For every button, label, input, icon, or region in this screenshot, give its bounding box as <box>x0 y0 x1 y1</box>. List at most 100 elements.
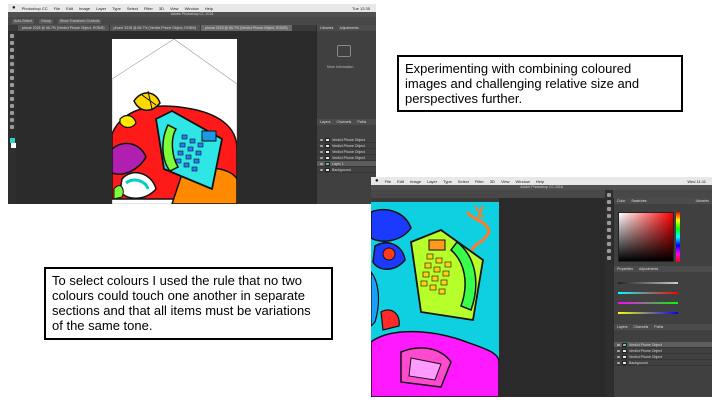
tab-channels[interactable]: Channels <box>634 324 649 330</box>
layer-thumbnail <box>622 348 627 353</box>
layer-name: Layer 1 <box>332 161 344 166</box>
layer-thumbnail <box>622 360 627 365</box>
crop-tool-icon[interactable] <box>10 62 14 66</box>
tab-paths[interactable]: Paths <box>654 324 663 330</box>
auto-select-checkbox[interactable]: Auto-Select <box>12 18 35 24</box>
menu-select[interactable]: Select <box>458 179 469 184</box>
tab-layers[interactable]: Layers <box>617 324 628 330</box>
type-tool-icon[interactable] <box>607 242 611 246</box>
menu-edit[interactable]: Edit <box>397 179 404 184</box>
zoom-tool-icon[interactable] <box>607 256 611 260</box>
layer-name: Verdict Phone Object <box>629 348 662 353</box>
menu-edit[interactable]: Edit <box>66 6 73 11</box>
marquee-tool-icon[interactable] <box>607 200 611 204</box>
visibility-eye-icon[interactable] <box>617 355 620 358</box>
group-dropdown[interactable]: Group <box>39 18 53 24</box>
menu-window[interactable]: Window <box>185 6 199 11</box>
menu-image[interactable]: Image <box>410 179 421 184</box>
right-panels: Libraries Adjustments More Information L… <box>316 25 376 204</box>
phone-artwork-canvas[interactable] <box>371 202 500 397</box>
type-tool-icon[interactable] <box>10 111 14 115</box>
move-tool-icon[interactable] <box>10 34 14 38</box>
layer-name: Background <box>332 167 351 172</box>
menu-type[interactable]: Type <box>443 179 452 184</box>
menubar-clock: Tue 12:35 <box>352 5 370 11</box>
menu-help[interactable]: Help <box>536 179 544 184</box>
phone-artwork-image <box>371 202 500 397</box>
menu-window[interactable]: Window <box>516 179 530 184</box>
brush-tool-icon[interactable] <box>607 221 611 225</box>
marquee-tool-icon[interactable] <box>10 41 14 45</box>
menu-image[interactable]: Image <box>79 6 90 11</box>
menu-view[interactable]: View <box>170 6 179 11</box>
hand-tool-icon[interactable] <box>607 249 611 253</box>
photoshop-screenshot-2: ● File Edit Image Layer Type Select Filt… <box>371 177 712 397</box>
menu-layer[interactable]: Layer <box>427 179 437 184</box>
stamp-tool-icon[interactable] <box>10 83 14 87</box>
menu-filter[interactable]: Filter <box>144 6 153 11</box>
color-panel <box>614 204 712 266</box>
right-panels: Color Swatches Libraries Properties Adju… <box>613 198 712 397</box>
tab-layers[interactable]: Layers <box>320 119 331 125</box>
properties-panel <box>614 272 712 324</box>
visibility-eye-icon[interactable] <box>617 361 620 364</box>
app-menu[interactable]: Photoshop CC <box>22 6 48 11</box>
property-slider[interactable] <box>618 302 678 304</box>
menu-help[interactable]: Help <box>205 6 213 11</box>
layer-row[interactable]: Background <box>614 360 712 366</box>
menu-filter[interactable]: Filter <box>475 179 484 184</box>
lasso-tool-icon[interactable] <box>607 207 611 211</box>
menu-3d[interactable]: 3D <box>159 6 164 11</box>
layer-name: Verdict Phone Object <box>629 354 662 359</box>
property-slider[interactable] <box>618 292 678 294</box>
caption-box-top: Experimenting with combining coloured im… <box>397 55 683 112</box>
eraser-tool-icon[interactable] <box>607 228 611 232</box>
visibility-eye-icon[interactable] <box>320 144 323 147</box>
phone-artwork-image <box>111 38 238 204</box>
show-transform-checkbox[interactable]: Show Transform Controls <box>57 18 102 24</box>
menu-type[interactable]: Type <box>112 6 121 11</box>
hand-tool-icon[interactable] <box>10 118 14 122</box>
layer-thumbnail <box>325 161 330 166</box>
pen-tool-icon[interactable] <box>10 104 14 108</box>
apple-icon[interactable]: ● <box>375 178 379 184</box>
magic-wand-tool-icon[interactable] <box>10 55 14 59</box>
phone-artwork-canvas[interactable] <box>111 38 238 204</box>
tools-panel <box>605 190 613 397</box>
visibility-eye-icon[interactable] <box>617 349 620 352</box>
eyedropper-tool-icon[interactable] <box>10 69 14 73</box>
tab-channels[interactable]: Channels <box>337 119 352 125</box>
layers-panel-tabs: Layers Channels Paths <box>317 119 376 125</box>
brush-tool-icon[interactable] <box>10 76 14 80</box>
visibility-eye-icon[interactable] <box>320 162 323 165</box>
menu-view[interactable]: View <box>501 179 510 184</box>
layer-thumbnail <box>622 342 627 347</box>
menu-3d[interactable]: 3D <box>490 179 495 184</box>
layer-row[interactable]: Background <box>317 167 376 173</box>
menu-layer[interactable]: Layer <box>96 6 106 11</box>
menu-select[interactable]: Select <box>127 6 138 11</box>
tab-paths[interactable]: Paths <box>357 119 366 125</box>
layer-thumbnail <box>325 149 330 154</box>
move-tool-icon[interactable] <box>607 193 611 197</box>
menu-file[interactable]: File <box>54 6 60 11</box>
gradient-tool-icon[interactable] <box>10 97 14 101</box>
pen-tool-icon[interactable] <box>607 235 611 239</box>
layers-list: Verdict Phone Object Verdict Phone Objec… <box>614 342 712 366</box>
visibility-eye-icon[interactable] <box>320 150 323 153</box>
crop-tool-icon[interactable] <box>607 214 611 218</box>
property-slider[interactable] <box>618 282 678 284</box>
libraries-more-info[interactable]: More Information <box>327 65 353 69</box>
visibility-eye-icon[interactable] <box>320 168 323 171</box>
property-slider[interactable] <box>618 312 678 314</box>
apple-icon[interactable]: ● <box>12 5 16 11</box>
color-picker-field[interactable] <box>618 212 674 262</box>
lasso-tool-icon[interactable] <box>10 48 14 52</box>
visibility-eye-icon[interactable] <box>320 156 323 159</box>
hue-slider[interactable] <box>676 212 680 262</box>
visibility-eye-icon[interactable] <box>617 343 620 346</box>
menu-file[interactable]: File <box>385 179 391 184</box>
visibility-eye-icon[interactable] <box>320 138 323 141</box>
zoom-tool-icon[interactable] <box>10 125 14 129</box>
eraser-tool-icon[interactable] <box>10 90 14 94</box>
